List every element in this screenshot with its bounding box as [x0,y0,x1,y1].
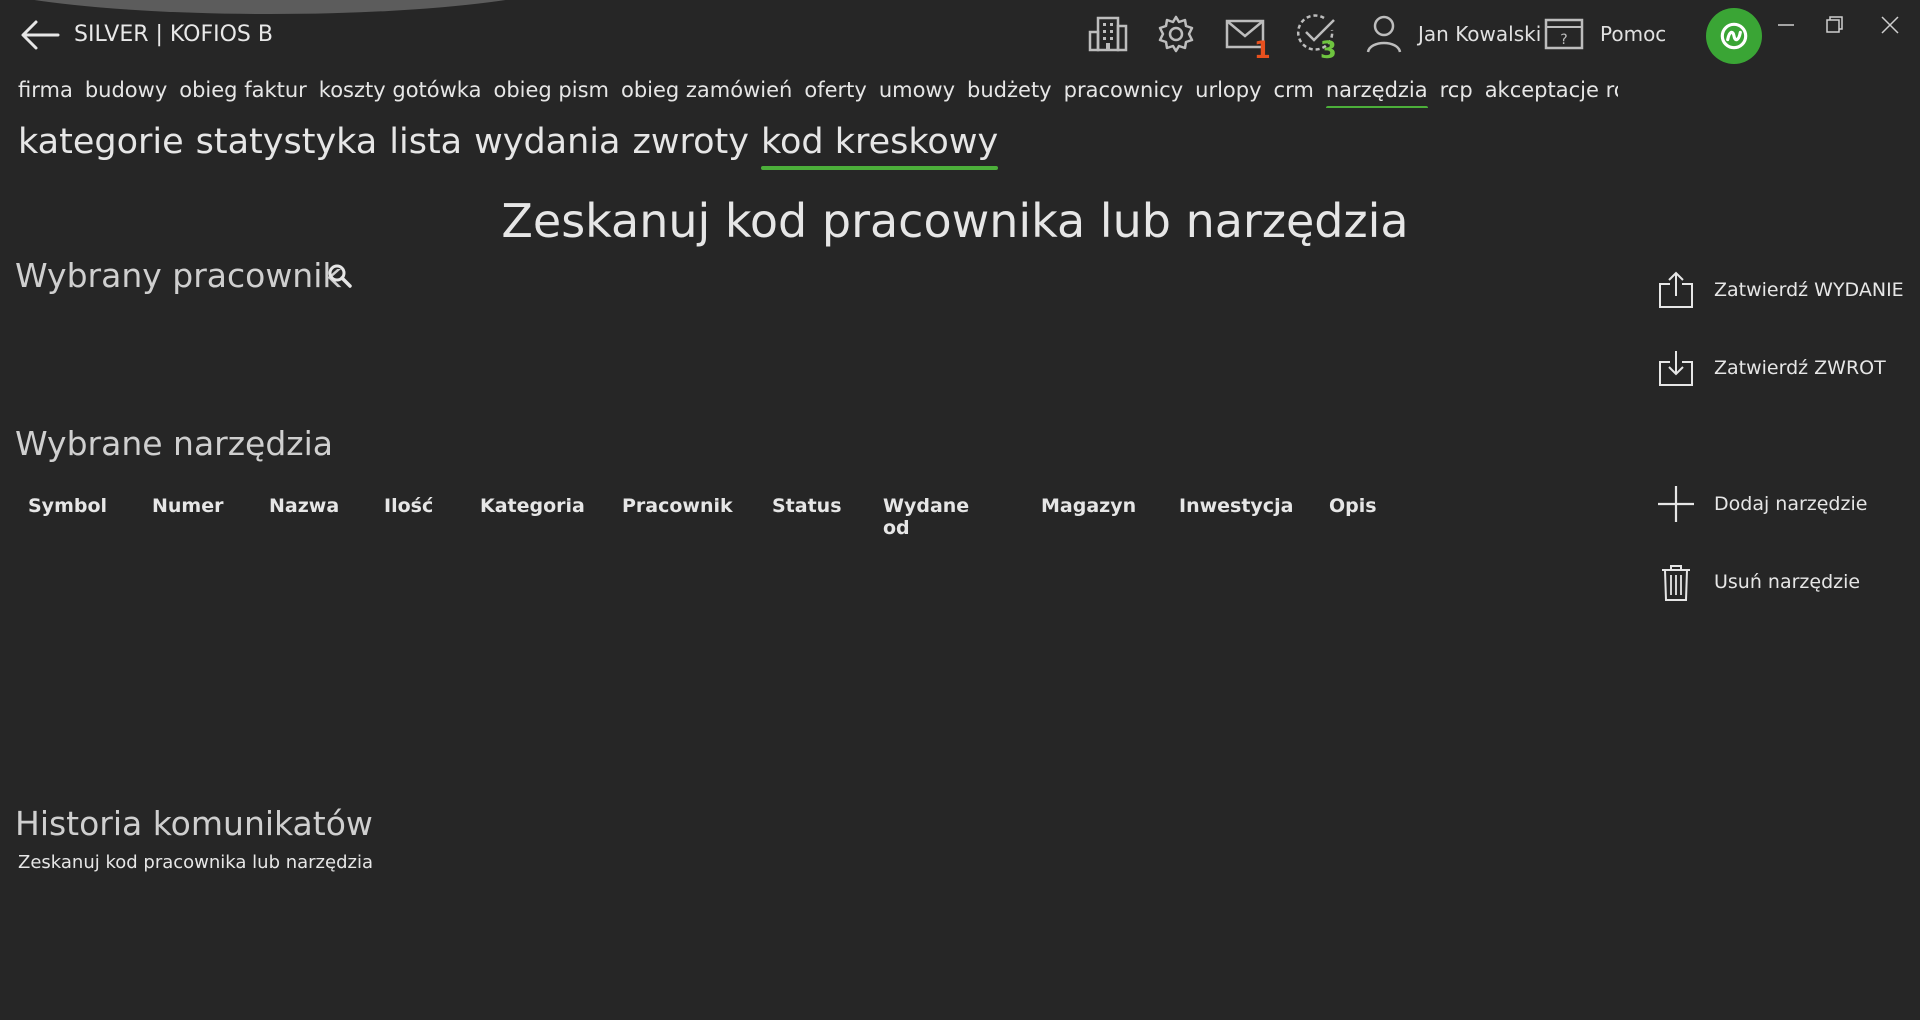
nav-item-akceptacje-rob[interactable]: akceptacje rob [1485,78,1618,108]
search-icon [328,264,352,288]
nav-item-pracownicy[interactable]: pracownicy [1064,78,1184,108]
nav-item-budzety[interactable]: budżety [967,78,1052,108]
main-nav: firma budowy obieg faktur koszty gotówka… [18,78,1618,108]
nav-item-firma[interactable]: firma [18,78,73,108]
nav-item-rcp[interactable]: rcp [1440,78,1473,108]
tab-kategorie[interactable]: kategorie [18,122,184,168]
nav-item-crm[interactable]: crm [1274,78,1314,108]
nav-item-koszty-gotowka[interactable]: koszty gotówka [319,78,482,108]
add-tool-label: Dodaj narzędzie [1714,493,1868,515]
restore-button[interactable] [1814,10,1854,40]
tab-statystyka[interactable]: statystyka [196,122,378,168]
column-header-wydane-od[interactable]: Wydane od [883,495,969,539]
nav-item-obieg-zamowien[interactable]: obieg zamówień [621,78,792,108]
column-header-status[interactable]: Status [772,495,842,517]
nav-item-budowy[interactable]: budowy [85,78,167,108]
tasks-badge: 3 [1320,36,1337,64]
download-icon [1659,351,1693,386]
confirm-return-label: Zatwierdź ZWROT [1714,357,1886,379]
column-header-inwestycja[interactable]: Inwestycja [1179,495,1293,517]
upload-icon [1659,271,1693,308]
confirm-issue-label: Zatwierdź WYDANIE [1714,279,1904,301]
trash-icon [1662,565,1690,601]
help-button[interactable]: ? [1542,12,1586,56]
column-header-symbol[interactable]: Symbol [28,495,107,517]
column-header-kategoria[interactable]: Kategoria [480,495,585,517]
user-icon [1366,15,1402,53]
gear-icon [1158,15,1194,53]
back-button[interactable] [18,18,62,52]
help-window-icon: ? [1544,18,1584,50]
close-button[interactable] [1870,10,1910,40]
plus-icon [1658,486,1694,522]
settings-button[interactable] [1154,12,1198,56]
nav-item-oferty[interactable]: oferty [804,78,866,108]
restore-icon [1826,16,1843,33]
nav-item-obieg-pism[interactable]: obieg pism [493,78,609,108]
column-header-opis[interactable]: Opis [1329,495,1377,517]
nav-item-narzedzia[interactable]: narzędzia [1325,78,1428,108]
app-logo [1706,8,1762,64]
remove-tool-button[interactable]: Usuń narzędzie [1656,562,1860,602]
minimize-icon [1778,24,1794,26]
nav-item-urlopy[interactable]: urlopy [1195,78,1261,108]
column-header-magazyn[interactable]: Magazyn [1041,495,1136,517]
user-button[interactable] [1362,12,1406,56]
close-icon [1881,16,1899,34]
tab-lista[interactable]: lista [389,122,462,168]
minimize-button[interactable] [1766,10,1806,40]
tab-wydania[interactable]: wydania [474,122,620,168]
tools-section-title: Wybrane narzędzia [15,424,334,463]
history-section-title: Historia komunikatów [15,804,373,843]
messages-button[interactable]: 1 [1224,12,1271,64]
tab-zwroty[interactable]: zwroty [632,122,748,168]
employee-section-title: Wybrany pracownik [15,256,342,295]
title-bar-accent [0,0,580,14]
add-tool-button[interactable]: Dodaj narzędzie [1656,484,1867,524]
back-arrow-icon [21,20,60,50]
column-header-numer[interactable]: Numer [152,495,223,517]
logo-icon [1720,22,1748,50]
mail-badge: 1 [1254,36,1271,64]
employee-search-button[interactable] [326,262,354,290]
help-label[interactable]: Pomoc [1600,22,1666,46]
page-headline: Zeskanuj kod pracownika lub narzędzia [501,194,1409,248]
svg-text:?: ? [1560,32,1567,48]
history-message: Zeskanuj kod pracownika lub narzędzia [18,852,373,873]
user-name[interactable]: Jan Kowalski [1418,22,1541,46]
nav-item-umowy[interactable]: umowy [879,78,955,108]
sub-nav: kategorie statystyka lista wydania zwrot… [18,122,1010,170]
column-header-ilosc[interactable]: Ilość [384,495,433,517]
confirm-issue-button[interactable]: Zatwierdź WYDANIE [1656,270,1904,310]
nav-item-obieg-faktur[interactable]: obieg faktur [179,78,307,108]
tasks-button[interactable]: 3 [1294,12,1338,64]
column-header-nazwa[interactable]: Nazwa [269,495,339,517]
column-header-pracownik[interactable]: Pracownik [622,495,733,517]
remove-tool-label: Usuń narzędzie [1714,571,1861,593]
confirm-return-button[interactable]: Zatwierdź ZWROT [1656,348,1886,388]
tab-kod-kreskowy[interactable]: kod kreskowy [760,122,999,170]
building-icon [1088,16,1128,52]
company-button[interactable] [1086,12,1130,56]
app-title: SILVER | KOFIOS B [74,22,273,47]
